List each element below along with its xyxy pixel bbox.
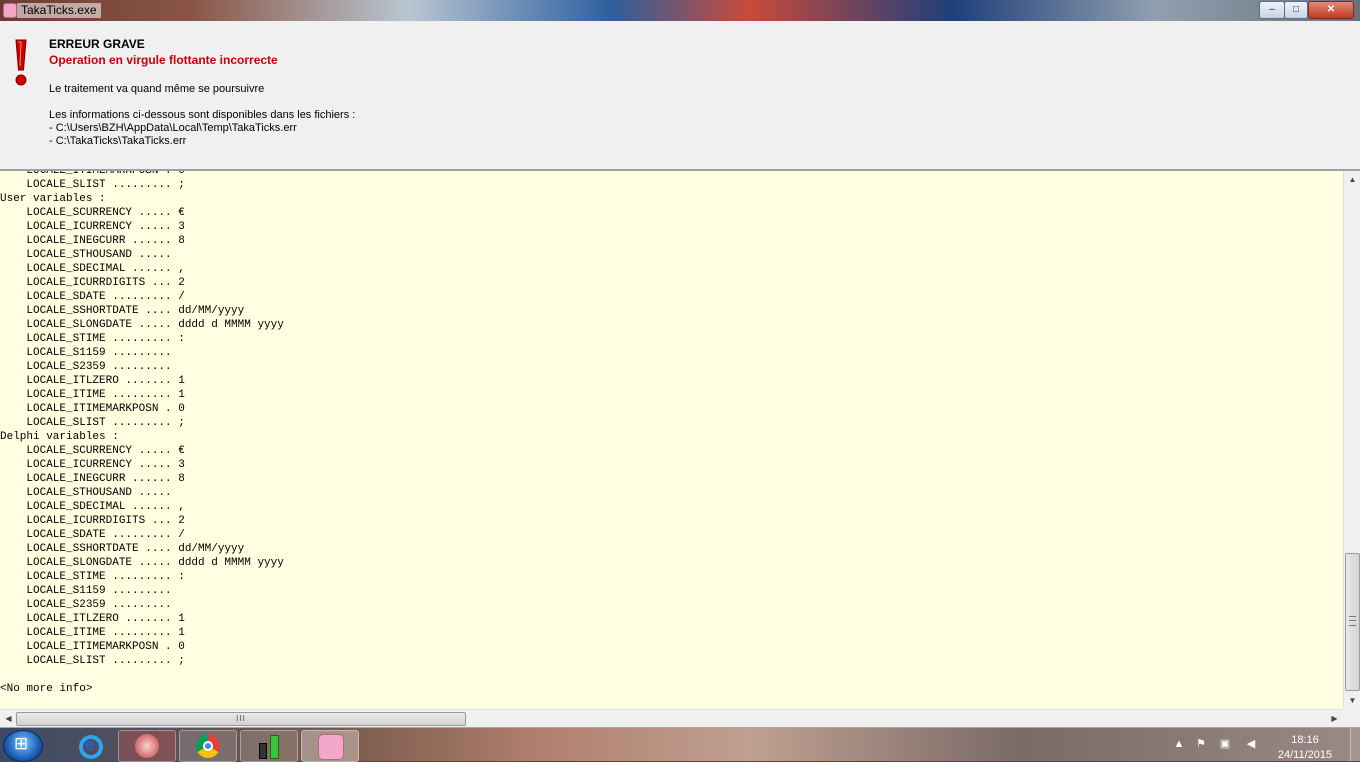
- tool-icon: [135, 734, 159, 758]
- taskbar-item-chrome[interactable]: [179, 730, 237, 762]
- taskbar-item-internet-explorer[interactable]: [60, 730, 118, 762]
- log-text-area[interactable]: LOCALE_ITIMEMARKPOSN . 0 LOCALE_SLIST ..…: [0, 171, 1343, 709]
- chart-icon: [259, 743, 267, 759]
- action-center-flag-icon[interactable]: ⚑: [1194, 737, 1208, 751]
- log-line: <No more info>: [0, 683, 93, 695]
- file-path-temp: - C:\Users\BZH\AppData\Local\Temp\TakaTi…: [49, 122, 297, 134]
- vertical-scrollbar[interactable]: ▲ ▼: [1343, 171, 1360, 709]
- log-line: LOCALE_INEGCURR ...... 8: [0, 235, 185, 247]
- exclamation-icon: [15, 39, 27, 86]
- internet-explorer-icon: [79, 735, 103, 759]
- log-line: LOCALE_SLIST ......... ;: [0, 179, 185, 191]
- log-line: LOCALE_SDATE ......... /: [0, 291, 185, 303]
- log-line: LOCALE_INEGCURR ...... 8: [0, 473, 185, 485]
- log-line: LOCALE_ITIMEMARKPOSN . 0: [0, 403, 185, 415]
- log-line: LOCALE_ITIME ......... 1: [0, 389, 185, 401]
- files-label: Les informations ci-dessous sont disponi…: [49, 109, 356, 121]
- log-line: LOCALE_SCURRENCY ..... €: [0, 445, 185, 457]
- chrome-icon: [196, 734, 220, 758]
- log-line: LOCALE_ITIMEMARKPOSN . 0: [0, 171, 185, 177]
- log-line: LOCALE_S1159 .........: [0, 585, 172, 597]
- show-desktop-button[interactable]: [1350, 728, 1360, 761]
- log-line: LOCALE_ITLZERO ....... 1: [0, 375, 185, 387]
- app-icon: [3, 3, 17, 18]
- log-line: LOCALE_ITIMEMARKPOSN . 0: [0, 641, 185, 653]
- taskbar: ▲ ⚑ ▣ ◀ 18:16 24/11/2015: [0, 727, 1360, 762]
- minimize-button[interactable]: –: [1259, 1, 1285, 19]
- log-line: LOCALE_STHOUSAND .....: [0, 249, 185, 261]
- log-line: LOCALE_ITIME ......... 1: [0, 627, 185, 639]
- log-line: LOCALE_SDATE ......... /: [0, 529, 185, 541]
- log-line: LOCALE_STIME ......... :: [0, 571, 185, 583]
- horizontal-scrollbar[interactable]: ◀ III ▶: [0, 709, 1343, 727]
- error-message: Operation en virgule flottante incorrect…: [49, 53, 278, 67]
- window-title-bar[interactable]: TakaTicks.exe – □ ✕: [0, 0, 1360, 21]
- log-line: LOCALE_SCURRENCY ..... €: [0, 207, 185, 219]
- log-line: LOCALE_STHOUSAND .....: [0, 487, 185, 499]
- scroll-up-arrow-icon[interactable]: ▲: [1344, 171, 1360, 188]
- log-line: Delphi variables :: [0, 431, 119, 443]
- log-line: LOCALE_SSHORTDATE .... dd/MM/yyyy: [0, 543, 245, 555]
- horizontal-scroll-thumb[interactable]: III: [16, 712, 466, 726]
- maximize-button[interactable]: □: [1284, 1, 1308, 19]
- log-line: LOCALE_STIME ......... :: [0, 333, 185, 345]
- log-line: LOCALE_SSHORTDATE .... dd/MM/yyyy: [0, 305, 245, 317]
- takaticks-icon: [318, 734, 344, 760]
- log-line: LOCALE_SDECIMAL ...... ,: [0, 263, 185, 275]
- log-line: User variables :: [0, 193, 106, 205]
- taskbar-item-tool[interactable]: [118, 730, 176, 762]
- scroll-down-arrow-icon[interactable]: ▼: [1344, 692, 1360, 709]
- close-button[interactable]: ✕: [1308, 1, 1354, 19]
- error-title: ERREUR GRAVE: [49, 37, 145, 51]
- log-line: LOCALE_S2359 .........: [0, 599, 172, 611]
- network-icon[interactable]: ▣: [1218, 737, 1232, 751]
- clock-date[interactable]: 24/11/2015: [1274, 749, 1336, 761]
- log-line: LOCALE_ITLZERO ....... 1: [0, 613, 185, 625]
- info-text: Le traitement va quand même se poursuivr…: [49, 83, 265, 95]
- log-line: LOCALE_SLIST ......... ;: [0, 655, 185, 667]
- start-button[interactable]: [3, 730, 43, 762]
- log-line: LOCALE_S2359 .........: [0, 361, 172, 373]
- system-tray: ▲ ⚑ ▣ ◀ 18:16 24/11/2015: [1170, 728, 1360, 761]
- log-line: LOCALE_S1159 .........: [0, 347, 172, 359]
- error-header: ERREUR GRAVE Operation en virgule flotta…: [0, 21, 1360, 171]
- clock-time[interactable]: 18:16: [1278, 734, 1332, 746]
- log-line: LOCALE_SLONGDATE ..... dddd d MMMM yyyy: [0, 319, 284, 331]
- taskbar-item-chart[interactable]: [240, 730, 298, 762]
- volume-icon[interactable]: ◀: [1244, 737, 1258, 751]
- log-line: LOCALE_SDECIMAL ...... ,: [0, 501, 185, 513]
- scroll-right-arrow-icon[interactable]: ▶: [1326, 710, 1343, 727]
- file-path-local: - C:\TakaTicks\TakaTicks.err: [49, 135, 187, 147]
- log-line: LOCALE_ICURRDIGITS ... 2: [0, 515, 185, 527]
- scrollbar-corner: [1343, 709, 1360, 727]
- window-title: TakaTicks.exe: [17, 3, 101, 18]
- vertical-scroll-thumb[interactable]: [1345, 553, 1360, 691]
- log-line: LOCALE_SLONGDATE ..... dddd d MMMM yyyy: [0, 557, 284, 569]
- log-line: LOCALE_SLIST ......... ;: [0, 417, 185, 429]
- taskbar-item-takaticks[interactable]: [301, 730, 359, 762]
- scroll-left-arrow-icon[interactable]: ◀: [0, 710, 17, 727]
- log-line: LOCALE_ICURRENCY ..... 3: [0, 459, 185, 471]
- show-hidden-icons-icon[interactable]: ▲: [1172, 737, 1186, 751]
- log-content: LOCALE_ITIMEMARKPOSN . 0 LOCALE_SLIST ..…: [0, 171, 284, 696]
- log-line: LOCALE_ICURRENCY ..... 3: [0, 221, 185, 233]
- log-line: LOCALE_ICURRDIGITS ... 2: [0, 277, 185, 289]
